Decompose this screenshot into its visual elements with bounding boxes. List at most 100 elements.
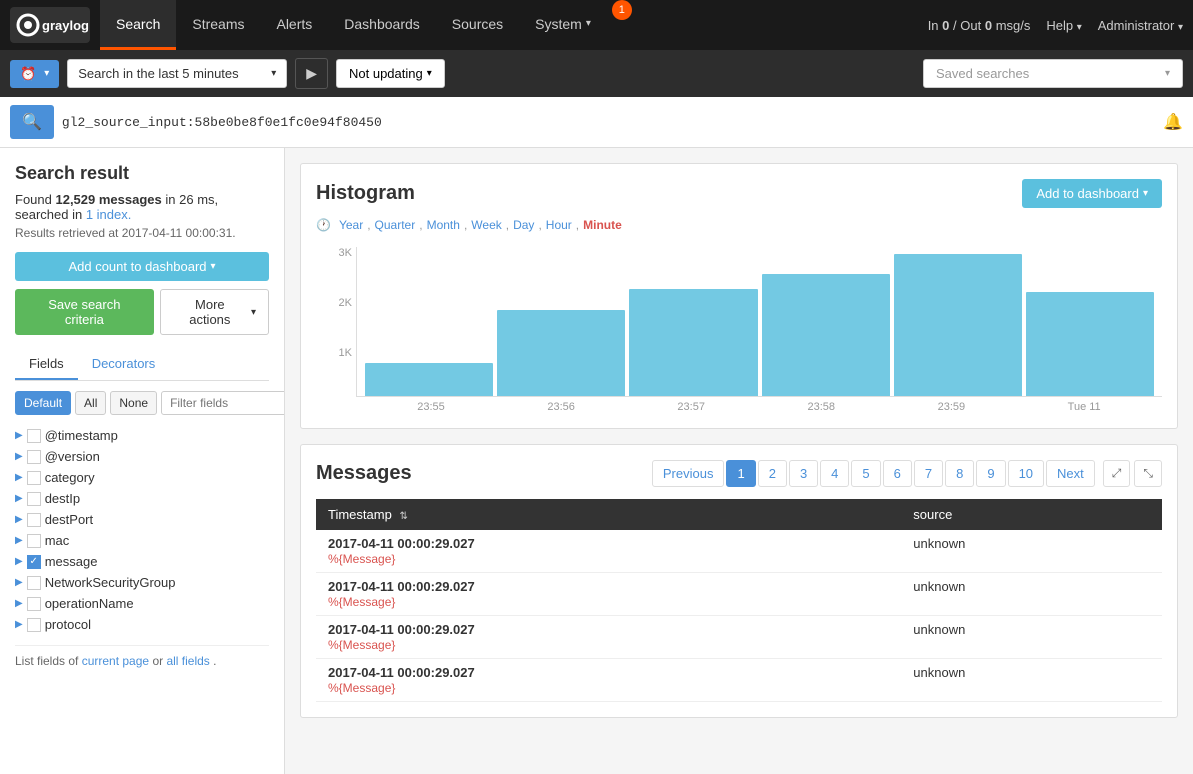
field-expand-icon[interactable]: ▶ — [15, 598, 23, 609]
sort-icon: ⇅ — [399, 511, 407, 522]
play-button[interactable]: ▶ — [295, 58, 328, 89]
add-count-dashboard-button[interactable]: Add count to dashboard ▾ — [15, 252, 269, 281]
page-button[interactable]: 2 — [758, 460, 787, 487]
chart-x-label: 23:58 — [808, 401, 836, 413]
field-checkbox[interactable] — [27, 492, 41, 506]
field-expand-icon[interactable]: ▶ — [15, 451, 23, 462]
filter-row: Default All None — [15, 391, 269, 415]
svg-text:graylog: graylog — [42, 18, 89, 33]
filter-none-button[interactable]: None — [110, 391, 157, 415]
field-expand-icon[interactable]: ▶ — [15, 619, 23, 630]
time-link-minute[interactable]: Minute — [583, 218, 622, 232]
tab-decorators[interactable]: Decorators — [78, 349, 170, 380]
nav-alerts[interactable]: Alerts — [260, 0, 328, 50]
message-link[interactable]: %{Message} — [328, 552, 395, 566]
field-name[interactable]: message — [45, 554, 98, 569]
play-icon: ▶ — [306, 65, 317, 81]
field-name[interactable]: destIp — [45, 491, 80, 506]
more-actions-caret-icon: ▾ — [251, 307, 256, 318]
list-item: ▶ operationName — [15, 593, 269, 614]
nav-sources[interactable]: Sources — [436, 0, 519, 50]
nav-streams[interactable]: Streams — [176, 0, 260, 50]
message-link[interactable]: %{Message} — [328, 638, 395, 652]
prev-page-button[interactable]: Previous — [652, 460, 725, 487]
help-link[interactable]: Help ▾ — [1046, 18, 1081, 33]
page-button[interactable]: 8 — [945, 460, 974, 487]
save-search-button[interactable]: Save search criteria — [15, 289, 154, 335]
page-button[interactable]: 4 — [820, 460, 849, 487]
filter-default-button[interactable]: Default — [15, 391, 71, 415]
found-unit: messages — [99, 192, 162, 207]
field-name[interactable]: protocol — [45, 617, 91, 632]
field-checkbox[interactable] — [27, 576, 41, 590]
search-icon: 🔍 — [22, 114, 42, 131]
field-checkbox[interactable] — [27, 618, 41, 632]
nav-search[interactable]: Search — [100, 0, 176, 50]
add-to-dashboard-button[interactable]: Add to dashboard ▾ — [1022, 179, 1162, 208]
expand-all-button[interactable]: ⤢ — [1103, 460, 1131, 487]
page-button[interactable]: 1 — [726, 460, 755, 487]
field-checkbox[interactable] — [27, 513, 41, 527]
throughput: In 0 / Out 0 msg/s — [928, 18, 1031, 33]
query-input[interactable] — [62, 115, 1155, 130]
time-range-select[interactable]: Search in the last 5 minutes ▾ — [67, 59, 287, 88]
time-link-day[interactable]: Day — [513, 218, 534, 232]
next-page-button[interactable]: Next — [1046, 460, 1095, 487]
tab-fields[interactable]: Fields — [15, 349, 78, 380]
time-link-hour[interactable]: Hour — [546, 218, 572, 232]
field-name[interactable]: @timestamp — [45, 428, 118, 443]
field-expand-icon[interactable]: ▶ — [15, 472, 23, 483]
field-name[interactable]: destPort — [45, 512, 93, 527]
field-expand-icon[interactable]: ▶ — [15, 430, 23, 441]
field-checkbox[interactable] — [27, 450, 41, 464]
field-expand-icon[interactable]: ▶ — [15, 535, 23, 546]
field-expand-icon[interactable]: ▶ — [15, 556, 23, 567]
page-button[interactable]: 7 — [914, 460, 943, 487]
admin-link[interactable]: Administrator ▾ — [1098, 18, 1183, 33]
page-button[interactable]: 9 — [976, 460, 1005, 487]
saved-searches-dropdown[interactable]: Saved searches ▾ — [923, 59, 1183, 88]
field-expand-icon[interactable]: ▶ — [15, 577, 23, 588]
not-updating-caret-icon: ▾ — [427, 68, 432, 79]
nav-system[interactable]: System ▾ — [519, 0, 607, 50]
time-link-month[interactable]: Month — [427, 218, 460, 232]
field-name[interactable]: @version — [45, 449, 100, 464]
field-name[interactable]: operationName — [45, 596, 134, 611]
field-name[interactable]: NetworkSecurityGroup — [45, 575, 176, 590]
page-button[interactable]: 10 — [1008, 460, 1044, 487]
field-checkbox[interactable] — [27, 429, 41, 443]
all-fields-link[interactable]: all fields — [166, 654, 209, 668]
saved-searches-caret-icon: ▾ — [1165, 68, 1170, 79]
field-name[interactable]: mac — [45, 533, 70, 548]
message-link[interactable]: %{Message} — [328, 681, 395, 695]
time-mode-button[interactable]: ⏰ ▾ — [10, 60, 59, 88]
histogram-header: Histogram Add to dashboard ▾ — [316, 179, 1162, 208]
field-tabs: Fields Decorators — [15, 349, 269, 381]
current-page-link[interactable]: current page — [82, 654, 149, 668]
field-checkbox[interactable] — [27, 471, 41, 485]
page-button[interactable]: 5 — [851, 460, 880, 487]
not-updating-button[interactable]: Not updating ▾ — [336, 59, 445, 88]
field-checkbox[interactable] — [27, 597, 41, 611]
field-checkbox[interactable]: ✓ — [27, 555, 41, 569]
help-caret-icon: ▾ — [1077, 22, 1082, 33]
field-expand-icon[interactable]: ▶ — [15, 514, 23, 525]
collapse-all-button[interactable]: ⤡ — [1134, 460, 1162, 487]
field-name[interactable]: category — [45, 470, 95, 485]
nav-dashboards[interactable]: Dashboards — [328, 0, 436, 50]
time-link-week[interactable]: Week — [471, 218, 501, 232]
add-count-caret-icon: ▾ — [211, 261, 216, 272]
page-button[interactable]: 6 — [883, 460, 912, 487]
filter-fields-input[interactable] — [161, 391, 285, 415]
field-checkbox[interactable] — [27, 534, 41, 548]
filter-all-button[interactable]: All — [75, 391, 106, 415]
time-link-quarter[interactable]: Quarter — [375, 218, 416, 232]
messages-header: Messages Previous12345678910Next ⤢ ⤡ — [316, 460, 1162, 487]
page-button[interactable]: 3 — [789, 460, 818, 487]
search-button[interactable]: 🔍 — [10, 105, 54, 139]
message-link[interactable]: %{Message} — [328, 595, 395, 609]
field-expand-icon[interactable]: ▶ — [15, 493, 23, 504]
time-link-year[interactable]: Year — [339, 218, 363, 232]
more-actions-button[interactable]: More actions ▾ — [160, 289, 269, 335]
index-link[interactable]: 1 index. — [86, 207, 132, 222]
